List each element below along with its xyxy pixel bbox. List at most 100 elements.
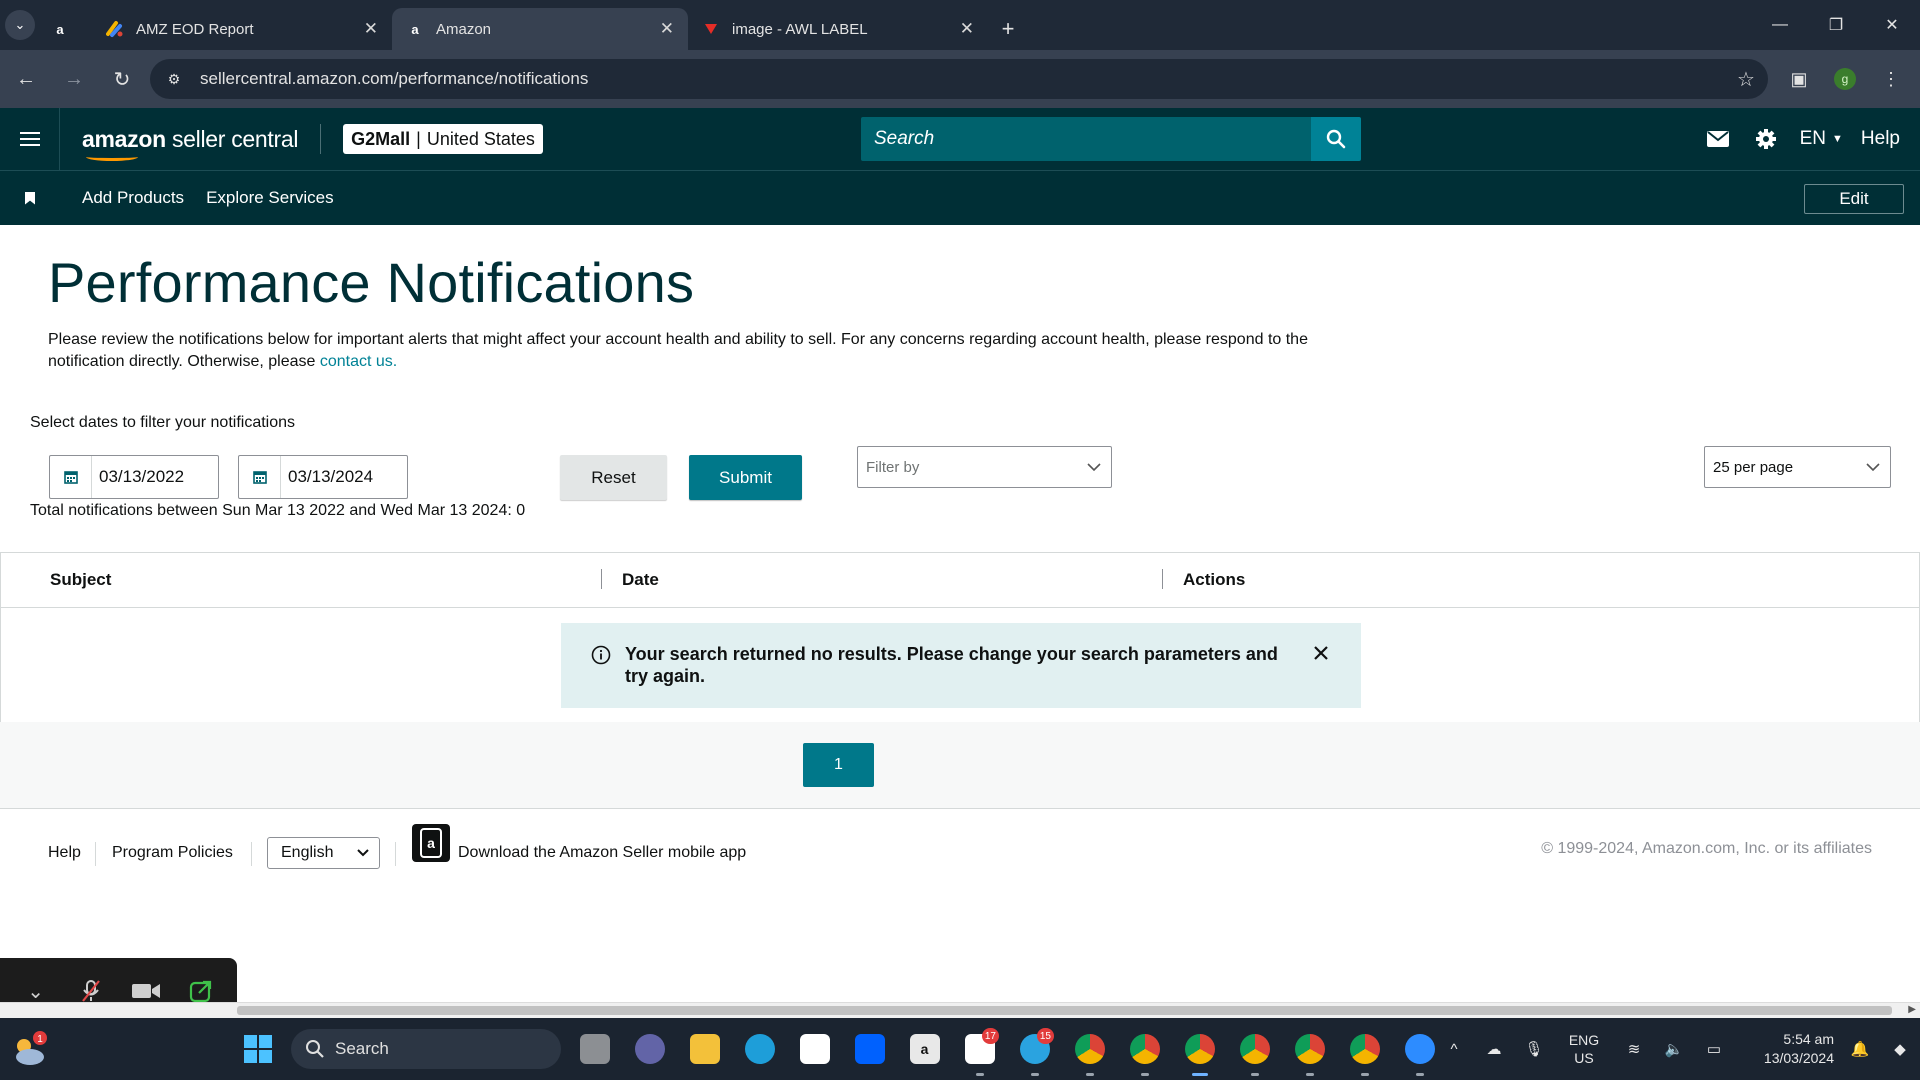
chrome-profile-icon[interactable]: [1117, 1018, 1172, 1080]
taskbar-clock[interactable]: 5:54 am 13/03/2024: [1734, 1030, 1834, 1068]
browser-tab-strip: ⌄ a AMZ EOD Report ✕ a Amazon ✕ image - …: [0, 0, 1920, 50]
bookmark-star-icon[interactable]: ☆: [1724, 67, 1768, 92]
mail-icon[interactable]: [1694, 131, 1742, 147]
tab-image-awl-label[interactable]: image - AWL LABEL ✕: [688, 8, 988, 50]
chrome-profile-icon[interactable]: [1062, 1018, 1117, 1080]
footer: Help Program Policies English a Download…: [0, 810, 1920, 900]
show-hidden-icons-chevron-icon[interactable]: ^: [1434, 1041, 1474, 1058]
chrome-profile-icon[interactable]: [1282, 1018, 1337, 1080]
amazon-app-icon[interactable]: a: [412, 824, 450, 862]
tab-pinned-amazon[interactable]: a: [40, 8, 92, 50]
taskbar-search[interactable]: Search: [291, 1029, 561, 1069]
onedrive-icon[interactable]: ☁: [1474, 1040, 1514, 1058]
amazon-favicon-icon: a: [411, 21, 419, 37]
search-button[interactable]: [1311, 117, 1361, 161]
horizontal-scrollbar[interactable]: ▶: [0, 1002, 1920, 1018]
file-explorer-icon[interactable]: [677, 1018, 732, 1080]
submit-button[interactable]: Submit: [689, 455, 802, 500]
copilot-icon[interactable]: ◆: [1880, 1040, 1920, 1058]
slack-icon[interactable]: 17: [952, 1018, 1007, 1080]
hamburger-menu-icon[interactable]: [0, 108, 60, 170]
start-button[interactable]: [230, 1018, 285, 1080]
weather-widget[interactable]: 1: [10, 1030, 48, 1068]
url-text[interactable]: sellercentral.amazon.com/performance/not…: [194, 69, 1724, 89]
notifications-table: Subject Date Actions Your search returne…: [0, 552, 1920, 723]
chrome-profile-active-icon[interactable]: [1172, 1018, 1227, 1080]
calendar-icon[interactable]: [239, 456, 281, 498]
edge-browser-icon[interactable]: [732, 1018, 787, 1080]
header-divider: [320, 124, 322, 154]
per-page-dropdown[interactable]: 25 per page: [1704, 446, 1891, 488]
microsoft-store-icon[interactable]: [787, 1018, 842, 1080]
side-panel-icon[interactable]: ▣: [1776, 59, 1822, 99]
end-date-picker[interactable]: 03/13/2024: [238, 455, 408, 499]
minimize-icon[interactable]: —: [1752, 0, 1808, 50]
scroll-right-icon[interactable]: ▶: [1908, 1004, 1916, 1015]
microphone-icon[interactable]: 🎙: [1514, 1040, 1554, 1058]
restore-icon[interactable]: ❐: [1808, 0, 1864, 50]
back-icon[interactable]: ←: [4, 57, 48, 101]
notification-bell-icon[interactable]: 🔔: [1840, 1040, 1880, 1058]
download-app-link[interactable]: Download the Amazon Seller mobile app: [458, 844, 746, 862]
end-date-value[interactable]: 03/13/2024: [281, 467, 373, 487]
scrollbar-thumb[interactable]: [237, 1006, 1892, 1015]
address-bar[interactable]: ⚙ sellercentral.amazon.com/performance/n…: [150, 59, 1768, 99]
reload-icon[interactable]: ↻: [100, 57, 144, 101]
windows-logo-icon: [243, 1035, 272, 1063]
wifi-icon[interactable]: ≋: [1614, 1040, 1654, 1058]
battery-icon[interactable]: ▭: [1694, 1040, 1734, 1058]
reset-button[interactable]: Reset: [560, 455, 667, 500]
close-tab-icon[interactable]: ✕: [364, 19, 378, 39]
close-window-icon[interactable]: ✕: [1864, 0, 1920, 50]
footer-program-policies-link[interactable]: Program Policies: [112, 844, 233, 862]
profile-avatar[interactable]: g: [1834, 68, 1856, 90]
start-date-picker[interactable]: 03/13/2022: [49, 455, 219, 499]
seller-central-subnav: Add Products Explore Services Edit: [0, 170, 1920, 225]
tab-amazon[interactable]: a Amazon ✕: [392, 8, 688, 50]
close-tab-icon[interactable]: ✕: [960, 19, 974, 39]
close-tab-icon[interactable]: ✕: [660, 19, 674, 39]
footer-help-link[interactable]: Help: [48, 844, 81, 862]
search-input[interactable]: Search: [861, 117, 1311, 161]
column-header-actions[interactable]: Actions: [1183, 570, 1245, 590]
page-title: Performance Notifications: [48, 251, 695, 314]
site-info-icon[interactable]: ⚙: [154, 71, 194, 88]
header-help-link[interactable]: Help: [1861, 128, 1900, 150]
subnav-explore-services[interactable]: Explore Services: [206, 188, 334, 208]
contact-us-link[interactable]: contact us.: [320, 353, 397, 370]
telegram-icon[interactable]: 15: [1007, 1018, 1062, 1080]
volume-icon[interactable]: 🔈: [1654, 1040, 1694, 1058]
browser-menu-icon[interactable]: ⋮: [1868, 59, 1914, 99]
bookmark-icon[interactable]: [0, 191, 60, 205]
edit-subnav-button[interactable]: Edit: [1804, 184, 1904, 214]
subnav-add-products[interactable]: Add Products: [82, 188, 184, 208]
seller-central-logo[interactable]: amazon seller central: [82, 126, 298, 161]
amazon-app-taskbar-icon[interactable]: a: [897, 1018, 952, 1080]
windows-taskbar: 1 Search a 17 15 ^ ☁ 🎙 ENG US ≋ 🔈 ▭ 5:54…: [0, 1018, 1920, 1080]
chevron-down-icon: [1087, 462, 1101, 471]
tab-search-button[interactable]: ⌄: [0, 0, 40, 50]
caret-down-icon[interactable]: ▼: [1832, 133, 1843, 145]
chrome-profile-icon[interactable]: [1227, 1018, 1282, 1080]
close-icon[interactable]: [1309, 645, 1333, 661]
language-selector[interactable]: EN: [1800, 128, 1826, 150]
input-language-indicator[interactable]: ENG US: [1554, 1031, 1614, 1067]
filter-by-dropdown[interactable]: Filter by: [857, 446, 1112, 488]
seller-central-header: amazon seller central G2Mall | United St…: [0, 108, 1920, 170]
column-header-subject[interactable]: Subject: [50, 570, 111, 590]
dropbox-icon[interactable]: [842, 1018, 897, 1080]
column-header-date[interactable]: Date: [622, 570, 659, 590]
start-date-value[interactable]: 03/13/2022: [92, 467, 184, 487]
tab-amz-eod-report[interactable]: AMZ EOD Report ✕: [92, 8, 392, 50]
settings-gear-icon[interactable]: [1742, 128, 1790, 150]
store-switcher[interactable]: G2Mall | United States: [343, 124, 543, 154]
apps-script-favicon-icon: [106, 20, 124, 38]
footer-language-select[interactable]: English: [267, 837, 380, 869]
calendar-icon[interactable]: [50, 456, 92, 498]
new-tab-button[interactable]: +: [988, 8, 1028, 50]
chrome-profile-icon[interactable]: [1337, 1018, 1392, 1080]
page-button-1[interactable]: 1: [803, 743, 874, 787]
teams-chat-icon[interactable]: [622, 1018, 677, 1080]
task-view-icon[interactable]: [567, 1018, 622, 1080]
forward-icon[interactable]: →: [52, 57, 96, 101]
